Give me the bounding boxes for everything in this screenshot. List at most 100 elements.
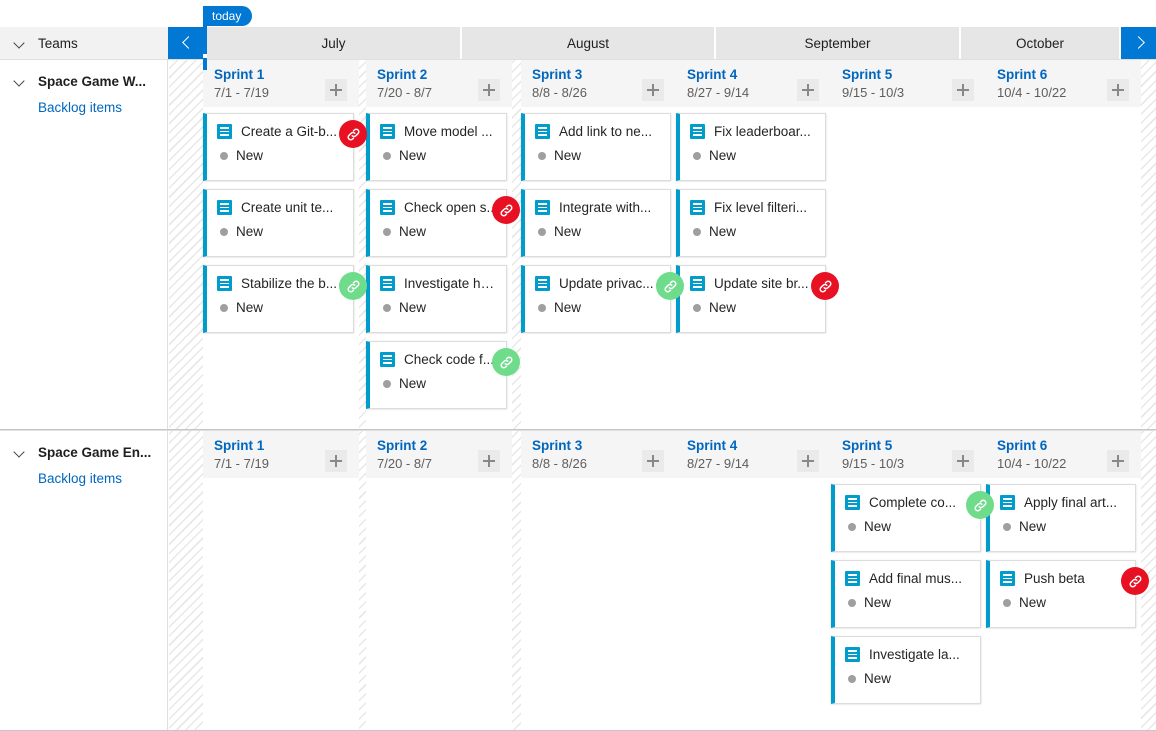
work-item-state-label: New xyxy=(554,148,582,163)
add-work-item-button[interactable] xyxy=(325,79,347,101)
work-item-card[interactable]: Stabilize the b... New xyxy=(203,265,367,333)
add-work-item-button[interactable] xyxy=(642,450,664,472)
dependency-badge[interactable] xyxy=(492,196,520,224)
work-item-state: New xyxy=(690,300,817,315)
team-timeline: Sprint 1 7/1 - 7/19 Create a Git-b... New Cr… xyxy=(203,60,1156,429)
dependency-badge[interactable] xyxy=(339,120,367,148)
add-work-item-button[interactable] xyxy=(1107,79,1129,101)
work-item-state: New xyxy=(380,376,498,391)
add-work-item-button[interactable] xyxy=(478,450,500,472)
work-item-state-label: New xyxy=(399,148,427,163)
work-item-card[interactable]: Fix level filteri... New xyxy=(676,189,826,257)
state-dot-icon xyxy=(383,379,391,388)
chevron-down-icon xyxy=(12,444,28,460)
team-name-label: Space Game W... xyxy=(38,73,147,89)
work-item-title: Apply final art... xyxy=(1024,495,1118,510)
backlog-item-icon xyxy=(217,200,232,215)
work-item-state: New xyxy=(1000,595,1127,610)
month-header-strip: July August September October xyxy=(207,27,1121,59)
add-work-item-button[interactable] xyxy=(952,450,974,472)
sprint-card-list: Fix leaderboar... New Fix level filteri...… xyxy=(676,107,839,333)
month-header: October xyxy=(961,27,1121,59)
dependency-badge[interactable] xyxy=(966,491,994,519)
dependency-badge[interactable] xyxy=(339,272,367,300)
dependency-badge[interactable] xyxy=(1121,567,1149,595)
card-title-row: Move model ... xyxy=(380,124,498,139)
dependency-badge[interactable] xyxy=(656,272,684,300)
add-work-item-button[interactable] xyxy=(642,79,664,101)
card-title-row: Investigate ho... xyxy=(380,276,498,291)
dependency-badge[interactable] xyxy=(492,348,520,376)
work-item-card[interactable]: Check code f... New xyxy=(366,341,520,409)
timeline-gutter xyxy=(169,431,203,730)
scroll-previous-button[interactable] xyxy=(168,27,203,59)
work-item-state-label: New xyxy=(399,376,427,391)
work-item-card[interactable]: Create a Git-b... New xyxy=(203,113,367,181)
sprint-column: Sprint 3 8/8 - 8/26 xyxy=(521,431,676,730)
add-work-item-button[interactable] xyxy=(1107,450,1129,472)
work-item-card[interactable]: Fix leaderboar... New xyxy=(676,113,826,181)
backlog-item-icon xyxy=(1000,571,1015,586)
backlog-items-link[interactable]: Backlog items xyxy=(38,100,122,115)
work-item-title: Integrate with... xyxy=(559,200,652,215)
work-item-state-label: New xyxy=(864,519,892,534)
add-work-item-button[interactable] xyxy=(797,450,819,472)
sprint-header: Sprint 6 10/4 - 10/22 xyxy=(986,431,1141,478)
add-work-item-button[interactable] xyxy=(325,450,347,472)
work-item-card[interactable]: Investigate la... New xyxy=(831,636,981,704)
backlog-item-icon xyxy=(1000,495,1015,510)
dependency-badge[interactable] xyxy=(811,272,839,300)
team-name-row[interactable]: Space Game W... xyxy=(0,70,167,92)
sprint-column-body: Sprint 6 10/4 - 10/22 Apply final art... Ne… xyxy=(986,431,1149,730)
card-title-row: Check code f... xyxy=(380,352,498,367)
work-item-card[interactable]: Update privac... New xyxy=(521,265,684,333)
sprint-column-body: Sprint 6 10/4 - 10/22 xyxy=(986,60,1141,429)
work-item-card[interactable]: Update site br... New xyxy=(676,265,839,333)
scroll-next-button[interactable] xyxy=(1121,27,1156,59)
work-item-state-label: New xyxy=(1019,519,1047,534)
sprint-card-list: Apply final art... New Push beta New xyxy=(986,478,1149,628)
state-dot-icon xyxy=(220,303,228,312)
work-item-card[interactable]: Add final mus... New xyxy=(831,560,981,628)
work-item-state: New xyxy=(1000,519,1127,534)
work-item-card[interactable]: Check open s... New xyxy=(366,189,520,257)
work-item-card[interactable]: Push beta New xyxy=(986,560,1149,628)
state-dot-icon xyxy=(538,227,546,236)
work-item-card[interactable]: Complete co... New xyxy=(831,484,994,552)
work-item-state: New xyxy=(217,224,345,239)
add-work-item-button[interactable] xyxy=(797,79,819,101)
card-title-row: Fix level filteri... xyxy=(690,200,817,215)
sprint-card-list xyxy=(676,478,831,484)
backlog-items-link[interactable]: Backlog items xyxy=(38,471,122,486)
add-work-item-button[interactable] xyxy=(478,79,500,101)
state-dot-icon xyxy=(693,227,701,236)
state-dot-icon xyxy=(848,674,856,683)
sprint-column: Sprint 2 7/20 - 8/7 xyxy=(366,431,512,730)
work-item-card[interactable]: Integrate with... New xyxy=(521,189,671,257)
add-work-item-button[interactable] xyxy=(952,79,974,101)
team-name-row[interactable]: Space Game En... xyxy=(0,441,167,463)
team-timeline: Sprint 1 7/1 - 7/19 Sprint 2 7/20 - 8/7 Spri… xyxy=(203,431,1156,730)
sprint-column-body: Sprint 5 9/15 - 10/3 Complete co... New Add … xyxy=(831,431,994,730)
sprint-column: Sprint 4 8/27 - 9/14 xyxy=(676,431,831,730)
sprint-column-body: Sprint 4 8/27 - 9/14 Fix leaderboar... New F… xyxy=(676,60,839,429)
work-item-title: Add link to ne... xyxy=(559,124,653,139)
work-item-state: New xyxy=(217,148,345,163)
state-dot-icon xyxy=(383,151,391,160)
backlog-item-icon xyxy=(690,124,705,139)
work-item-card[interactable]: Move model ... New xyxy=(366,113,507,181)
sprint-column: Sprint 3 8/8 - 8/26 Add link to ne... New In… xyxy=(521,60,684,429)
state-dot-icon xyxy=(383,227,391,236)
month-header: July xyxy=(207,27,462,59)
sprint-column-body: Sprint 5 9/15 - 10/3 xyxy=(831,60,986,429)
teams-header[interactable]: Teams xyxy=(0,27,168,59)
sprint-card-list xyxy=(521,478,676,484)
work-item-state-label: New xyxy=(399,300,427,315)
work-item-card[interactable]: Add link to ne... New xyxy=(521,113,671,181)
work-item-card[interactable]: Create unit te... New xyxy=(203,189,354,257)
work-item-card[interactable]: Investigate ho... New xyxy=(366,265,507,333)
work-item-card[interactable]: Apply final art... New xyxy=(986,484,1136,552)
work-item-state-label: New xyxy=(864,671,892,686)
sprint-header: Sprint 2 7/20 - 8/7 xyxy=(366,60,512,107)
work-item-state: New xyxy=(380,224,498,239)
